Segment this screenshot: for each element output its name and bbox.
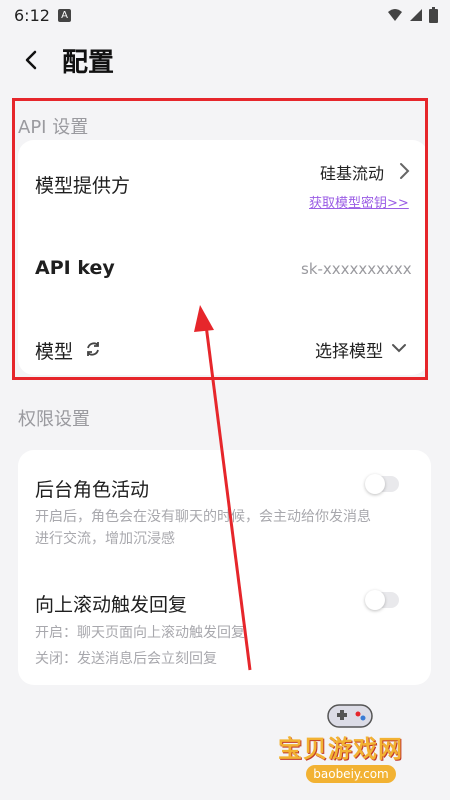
- gamepad-icon: [327, 704, 373, 728]
- annotation-arrow-icon: [194, 305, 252, 671]
- watermark-url: baobeiy.com: [306, 765, 396, 783]
- watermark-logo: 宝贝游戏网 baobeiy.com: [270, 695, 430, 795]
- watermark-text: 宝贝游戏网: [278, 735, 403, 763]
